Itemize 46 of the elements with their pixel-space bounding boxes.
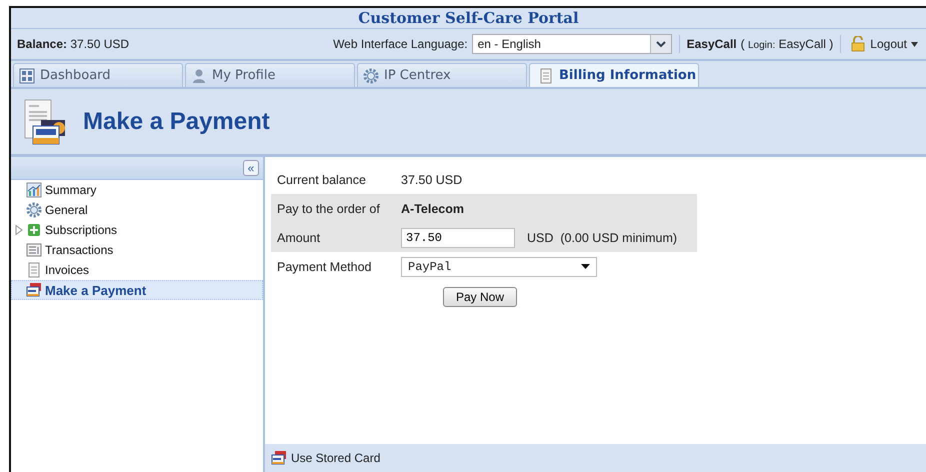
logout-button[interactable]: Logout	[848, 36, 920, 52]
field-label: Payment Method	[277, 260, 372, 274]
use-stored-card-button[interactable]: Use Stored Card	[271, 450, 380, 466]
expand-arrow-icon[interactable]	[15, 225, 23, 235]
amount-input[interactable]: 37.50	[401, 228, 515, 248]
amount-note: USD (0.00 USD minimum)	[527, 230, 678, 244]
language-label: Web Interface Language:	[333, 37, 468, 51]
card-icon	[271, 450, 287, 466]
field-label: Current balance	[277, 172, 367, 186]
sidebar-item[interactable]: General	[11, 200, 263, 220]
account-name: EasyCall	[686, 37, 737, 51]
sidebar-item[interactable]: Make a Payment	[11, 280, 263, 300]
document-icon	[26, 262, 42, 278]
gear-icon	[26, 202, 42, 218]
login-info: ( Login: EasyCall )	[740, 37, 834, 51]
field-label: Amount	[277, 230, 322, 244]
collapse-button[interactable]: «	[243, 160, 259, 176]
sidebar-item[interactable]: Summary	[11, 180, 263, 200]
sidebar-item[interactable]: Subscriptions	[11, 220, 263, 240]
list-icon	[26, 242, 42, 258]
field-label: Pay to the order of	[277, 202, 381, 216]
tab[interactable]: My Profile	[185, 63, 355, 87]
tab[interactable]: IP Centrex	[357, 63, 527, 87]
payment-method-dropdown[interactable]: PayPal	[401, 256, 597, 276]
caret-icon	[911, 42, 918, 46]
page-title: Make a Payment	[83, 108, 270, 136]
tab[interactable]: Billing Information	[529, 63, 699, 87]
language-dropdown[interactable]: en - English	[472, 34, 672, 54]
dashboard-icon	[19, 68, 35, 84]
chevron-down-icon	[656, 40, 666, 48]
document-icon	[538, 68, 554, 84]
chart-icon	[26, 182, 42, 198]
subscriptions-icon	[26, 222, 42, 238]
person-icon	[191, 68, 207, 84]
gear-icon	[363, 68, 379, 84]
field-value: 37.50 USD	[401, 172, 462, 186]
portal-title: Customer Self-Care Portal	[11, 8, 926, 29]
card-icon	[26, 282, 42, 298]
padlock-icon	[850, 36, 866, 52]
balance-text: Balance: 37.50 USD	[17, 37, 130, 51]
sidebar-item[interactable]: Transactions	[11, 240, 263, 260]
tab[interactable]: Dashboard	[13, 63, 183, 87]
pay-now-button[interactable]: Pay Now	[443, 287, 518, 307]
field-value: A-Telecom	[401, 202, 464, 216]
sidebar-item[interactable]: Invoices	[11, 260, 263, 280]
caret-icon	[581, 264, 590, 269]
